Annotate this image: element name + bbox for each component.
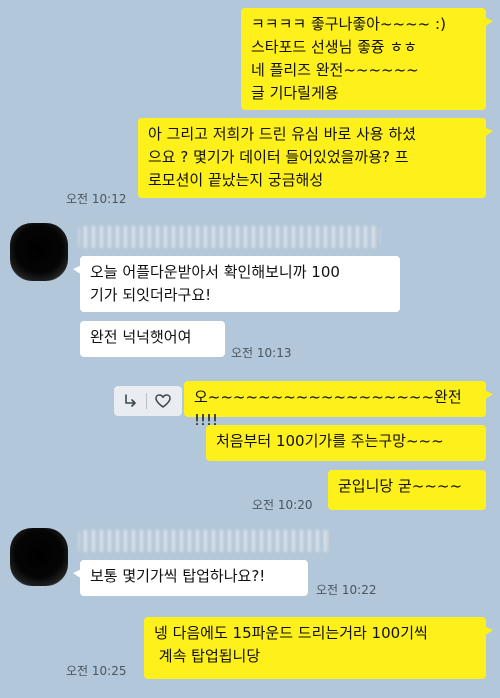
their-message-bubble[interactable]: 오늘 어플다운받아서 확인해보니까 100 기가 되잇더라구요! [73, 256, 400, 312]
sender-name-blurred [78, 530, 330, 552]
message-actions [114, 386, 182, 416]
my-message-bubble[interactable]: 오~~~~~~~~~~~~~~~~~~완전 !!!! [184, 381, 493, 429]
my-message-bubble[interactable]: 아 그리고 저희가 드린 유심 바로 사용 하셨 으요 ? 몇기가 데이터 들어… [138, 118, 493, 198]
contact-avatar[interactable] [10, 223, 68, 281]
sender-name-blurred [78, 226, 380, 248]
their-message-bubble[interactable]: 완전 넉넉햇어여 [80, 321, 225, 357]
my-message-bubble[interactable]: 넹 다음에도 15파운드 드리는거라 100기씩 계속 탑업됩니당 [144, 617, 493, 679]
message-timestamp: 오전 10:20 [252, 498, 313, 512]
heart-icon[interactable] [147, 386, 179, 416]
message-timestamp: 오전 10:22 [316, 583, 377, 597]
message-timestamp: 오전 10:25 [66, 664, 127, 678]
contact-avatar[interactable] [10, 528, 68, 586]
my-message-bubble[interactable]: ㅋㅋㅋㅋ 좋구나좋아~~~~ :) 스타포드 선생님 좋즁 ㅎㅎ 네 플리즈 완… [241, 8, 493, 110]
my-message-bubble[interactable]: 굳입니당 굳~~~~ [328, 470, 486, 510]
reply-arrow-icon[interactable] [114, 386, 146, 416]
their-message-bubble[interactable]: 보통 몇기가씩 탑업하나요?! [73, 560, 308, 596]
my-message-bubble[interactable]: 처음부터 100기가를 주는구망~~~ [206, 425, 486, 461]
message-timestamp: 오전 10:13 [231, 346, 292, 360]
message-timestamp: 오전 10:12 [66, 192, 127, 206]
